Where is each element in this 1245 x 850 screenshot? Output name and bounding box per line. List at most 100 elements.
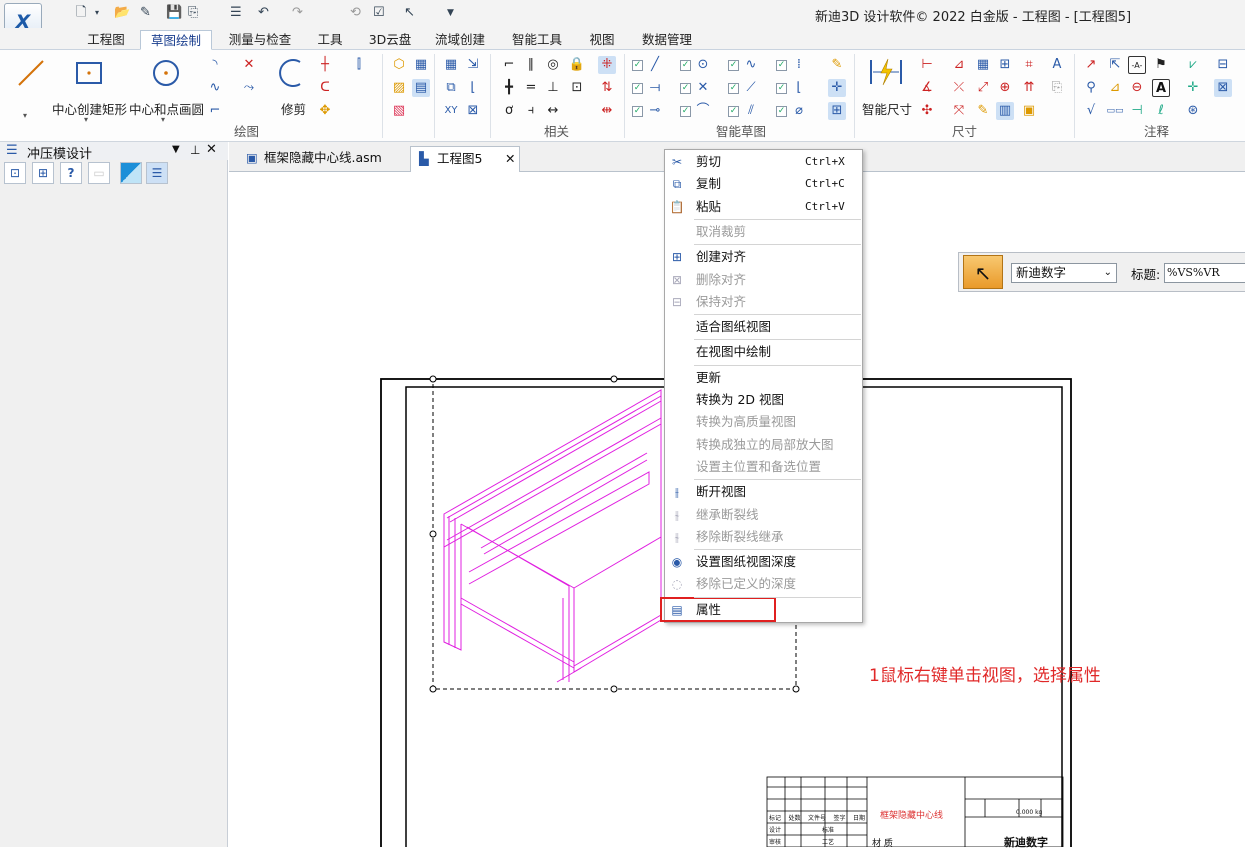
tab-view[interactable]: 视图 [582,30,622,50]
menu-item-14[interactable]: 更新 [665,367,861,389]
redo-icon[interactable]: ↷ [292,5,303,21]
smart-check-6[interactable]: ✓ [680,83,691,94]
dim-chamfer-icon[interactable]: ⌗ [1020,56,1038,74]
select-arrow-icon[interactable]: ↖ [404,5,415,21]
horizontal-icon[interactable]: ⊥ [544,79,562,97]
dim-style-icon[interactable]: ▣ [1020,102,1038,120]
menu-item-7[interactable]: ⊠ 删除对齐 [665,269,861,291]
smart-check-10[interactable]: ✓ [680,106,691,117]
erase-icon[interactable]: ✕ [240,56,258,74]
callout-icon[interactable]: -A- [1128,56,1146,74]
area-icon[interactable]: ▧ [390,102,408,120]
tool-icon[interactable]: ✎ [140,5,151,21]
smart-check-3[interactable]: ✓ [728,60,739,71]
annotate-dir-icon[interactable]: ⩗ [1184,56,1202,74]
xy-icon[interactable]: XY [442,102,460,120]
panel-tool-view-icon[interactable] [120,162,142,184]
panel-tool-feature-icon[interactable]: ⊡ [4,162,26,184]
dim-table-icon[interactable]: ⊞ [996,56,1014,74]
check-icon[interactable]: ☑ [373,5,385,21]
relate-grid-icon[interactable]: ▦ [442,56,460,74]
trim-label[interactable]: 修剪 [281,99,306,118]
datum-icon[interactable]: ⇱ [1106,56,1124,74]
annotate-edit-icon[interactable]: ⊣ [1128,102,1146,120]
menu-item-4[interactable]: 取消裁剪 [665,221,861,243]
panel-tool-help-icon[interactable]: ? [60,162,82,184]
equal-icon[interactable]: = [522,79,540,97]
text-box-icon[interactable]: A [1152,79,1170,97]
properties-sheet-icon[interactable]: ☰ [230,5,242,21]
menu-item-21[interactable]: ⫳ 继承断裂线 [665,504,861,526]
fillet-icon[interactable]: ⌐ [206,102,224,120]
bolt-circle-icon[interactable]: ⊛ [1184,102,1202,120]
menu-item-8[interactable]: ⊟ 保持对齐 [665,291,861,313]
offset-icon[interactable]: ⤳ [240,79,258,97]
line-icon[interactable] [16,58,46,88]
save-icon[interactable]: 💾 [166,5,182,21]
smart-check-9[interactable]: ✓ [632,106,643,117]
panel-dropdown-icon[interactable]: ▼ [172,144,180,155]
doc-tab-close-icon[interactable]: ✕ [505,147,515,171]
part-number-icon[interactable]: ▭▭ [1106,102,1124,120]
line-dropdown-icon[interactable]: ▾ [23,111,27,120]
collinear-icon[interactable]: ↔ [544,102,562,120]
balloon-icon[interactable]: ⚲ [1082,79,1100,97]
dim-arrows-icon[interactable]: ⇈ [1020,79,1038,97]
menu-item-27[interactable]: ▤ 属性 [665,599,861,621]
parallel-icon[interactable]: ∥ [522,56,540,74]
smart-check-1[interactable]: ✓ [632,60,643,71]
title-field-input[interactable]: %VS%VR [1164,263,1245,283]
dim-coord-icon[interactable]: ✣ [918,102,936,120]
menu-item-10[interactable]: 适合图纸视图 [665,316,861,338]
pattern-icon[interactable]: ⬡ [390,56,408,74]
smart-check-2[interactable]: ✓ [680,60,691,71]
tab-tools[interactable]: 工具 [308,30,352,50]
center-circle-icon[interactable] [150,57,182,89]
center-circle-label[interactable]: 中心和点画圆 [129,99,204,118]
dim-chain-icon[interactable]: ⊿ [950,56,968,74]
smart-check-4[interactable]: ✓ [776,60,787,71]
new-dropdown-icon[interactable]: ▾ [95,5,99,21]
panel-tool-layer-icon[interactable]: ⊞ [32,162,54,184]
dim-edit-icon[interactable]: ✎ [974,102,992,120]
tangent-icon[interactable]: ơ [500,102,518,120]
brush-icon[interactable]: ✎ [828,56,846,74]
revision-icon[interactable]: ⊖ [1128,79,1146,97]
dim-hole-icon[interactable]: ⊕ [996,79,1014,97]
rect-dropdown-icon[interactable]: ▾ [84,115,88,124]
curve-icon[interactable]: ∿ [206,79,224,97]
perpendicular-icon[interactable]: ⌐ [500,56,518,74]
finish-icon[interactable]: √ [1082,102,1100,120]
centerline-icon[interactable]: ⊟ [1214,56,1232,74]
relate-edit-icon[interactable]: ⊠ [464,102,482,120]
surface-icon[interactable]: ⊿ [1106,79,1124,97]
dim-disabled-icon[interactable]: ⎘ [1048,79,1066,97]
tab-sketch[interactable]: 草图绘制 [140,30,212,50]
menu-item-15[interactable]: 转换为 2D 视图 [665,389,861,411]
sketch-select-icon[interactable]: ▦ [412,56,430,74]
customize-quick-access-icon[interactable]: ▼ [447,5,454,21]
dim-grid-icon[interactable]: ▥ [996,102,1014,120]
tab-3d-cloud[interactable]: 3D云盘 [362,30,418,50]
tab-data-management[interactable]: 数据管理 [634,30,700,50]
smart-dimension-icon[interactable] [868,56,904,88]
tab-smart-tools[interactable]: 智能工具 [504,30,570,50]
relate-copy-icon[interactable]: ⧉ [442,79,460,97]
panel-tool-stamping-icon[interactable]: ☰ [146,162,168,184]
move-icon[interactable]: ✥ [316,102,334,120]
hatch-icon[interactable]: ▨ [390,79,408,97]
dim-distance-icon[interactable]: ⊢ [918,56,936,74]
concentric-icon[interactable]: ◎ [544,56,562,74]
arc-icon[interactable]: ◝ [206,56,224,74]
smart-check-11[interactable]: ✓ [728,106,739,117]
smart-dimension-label[interactable]: 智能尺寸 [862,99,912,118]
show-relations-icon[interactable]: ⁜ [598,56,616,74]
undo-icon[interactable]: ↶ [258,5,269,21]
font-select[interactable]: 新迪数字 ⌄ [1011,263,1117,283]
new-file-icon[interactable]: 🗋 [76,5,86,21]
save-as-icon[interactable]: ⎘ [188,5,198,21]
menu-item-24[interactable]: ◉ 设置图纸视图深度 [665,551,861,573]
menu-item-12[interactable]: 在视图中绘制 [665,341,861,363]
dim-angle-icon[interactable]: ∡ [918,79,936,97]
intersect-icon[interactable]: ╋ [500,79,518,97]
